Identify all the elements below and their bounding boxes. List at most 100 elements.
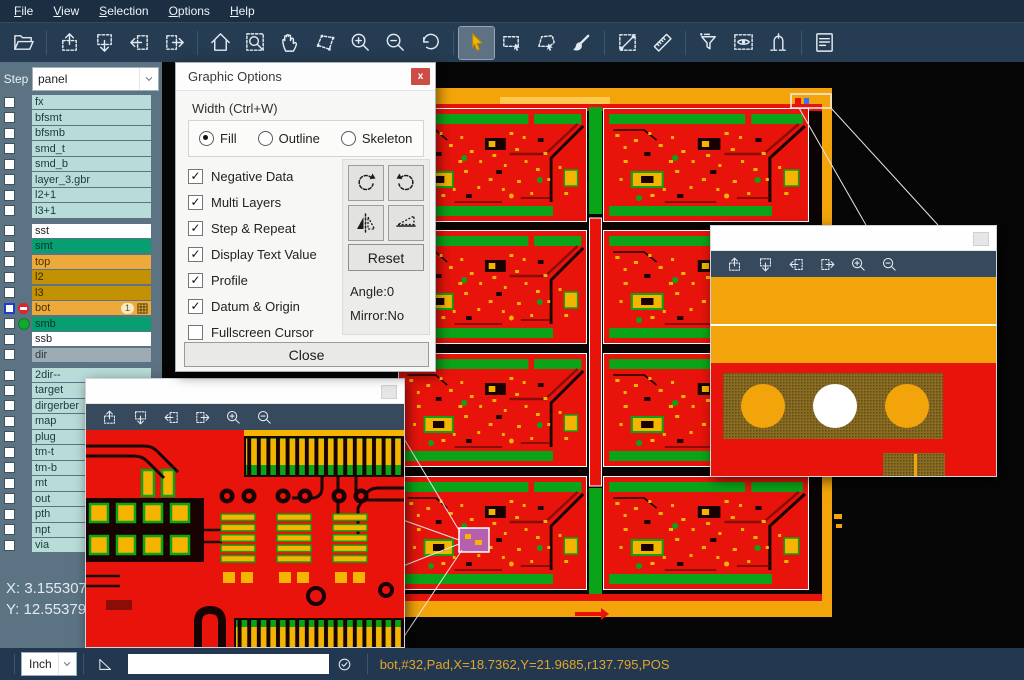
layer-visibility-checkbox[interactable]	[4, 385, 15, 396]
layer-row-smd_t[interactable]: smd_t	[0, 141, 162, 155]
dialog-titlebar[interactable]: Graphic Options	[176, 63, 435, 91]
layer-visibility-checkbox[interactable]	[4, 493, 15, 504]
layer-visibility-checkbox[interactable]	[4, 112, 15, 123]
open-file-button[interactable]	[6, 27, 41, 59]
filter-button[interactable]	[691, 27, 726, 59]
layer-row-smt[interactable]: smt	[0, 239, 162, 253]
page-up-button[interactable]	[52, 27, 87, 59]
layer-visibility-checkbox[interactable]	[4, 190, 15, 201]
layer-row-bfsmb[interactable]: bfsmb	[0, 126, 162, 140]
layer-visibility-checkbox[interactable]	[4, 524, 15, 535]
layer-visibility-checkbox[interactable]	[4, 509, 15, 520]
layer-visibility-checkbox[interactable]	[4, 205, 15, 216]
layer-row-fx[interactable]: fx	[0, 95, 162, 109]
layer-visibility-checkbox[interactable]	[4, 462, 15, 473]
zoom-previous-button[interactable]	[413, 27, 448, 59]
mirror-horizontal-button[interactable]	[348, 205, 384, 241]
checkbox-display-text-value[interactable]: ✓Display Text Value	[188, 241, 317, 267]
page-up-button[interactable]	[719, 253, 750, 275]
layer-row-dir[interactable]: dir	[0, 348, 162, 362]
layer-visibility-checkbox[interactable]	[4, 540, 15, 551]
layer-row-top[interactable]: top	[0, 255, 162, 269]
layer-visibility-checkbox[interactable]	[4, 416, 15, 427]
layer-visibility-checkbox[interactable]	[4, 349, 15, 360]
window-titlebar[interactable]	[711, 226, 996, 251]
measure-ruler-button[interactable]	[645, 27, 680, 59]
layer-visibility-checkbox[interactable]	[4, 174, 15, 185]
layer-visibility-checkbox[interactable]	[4, 303, 15, 314]
zoom-in-button[interactable]	[843, 253, 874, 275]
page-left-button[interactable]	[122, 27, 157, 59]
radio-skeleton[interactable]: Skeleton	[341, 131, 413, 146]
layer-row-l2[interactable]: l2	[0, 270, 162, 284]
close-button[interactable]: Close	[184, 342, 429, 367]
layer-visibility-checkbox[interactable]	[4, 478, 15, 489]
page-right-button[interactable]	[187, 406, 218, 428]
window-titlebar[interactable]	[86, 379, 404, 404]
command-input[interactable]	[128, 654, 329, 674]
layer-visibility-checkbox[interactable]	[4, 159, 15, 170]
layer-visibility-checkbox[interactable]	[4, 97, 15, 108]
home-view-button[interactable]	[203, 27, 238, 59]
page-left-button[interactable]	[781, 253, 812, 275]
layer-visibility-checkbox[interactable]	[4, 447, 15, 458]
paint-tool-button[interactable]	[564, 27, 599, 59]
layer-row-smd_b[interactable]: smd_b	[0, 157, 162, 171]
page-right-button[interactable]	[157, 27, 192, 59]
window-button[interactable]	[973, 232, 989, 246]
layer-visibility-checkbox[interactable]	[4, 272, 15, 283]
layer-row-l2+1[interactable]: l2+1	[0, 188, 162, 202]
page-down-button[interactable]	[87, 27, 122, 59]
zoom-polygon-button[interactable]	[308, 27, 343, 59]
layer-row-sst[interactable]: sst	[0, 224, 162, 238]
checkbox-datum-origin[interactable]: ✓Datum & Origin	[188, 293, 317, 319]
select-rectangle-button[interactable]	[494, 27, 529, 59]
layer-visibility-checkbox[interactable]	[4, 318, 15, 329]
grid-icon[interactable]	[137, 303, 148, 314]
radio-fill[interactable]: Fill	[199, 131, 237, 146]
rotate-cw-button[interactable]	[348, 165, 384, 201]
layer-row-layer_3.gbr[interactable]: layer_3.gbr	[0, 172, 162, 186]
layer-visibility-checkbox[interactable]	[4, 225, 15, 236]
reset-button[interactable]: Reset	[348, 244, 424, 271]
layer-visibility-checkbox[interactable]	[4, 431, 15, 442]
page-down-button[interactable]	[125, 406, 156, 428]
unit-select[interactable]: Inch	[21, 652, 77, 676]
layer-visibility-checkbox[interactable]	[4, 128, 15, 139]
layer-row-bfsmt[interactable]: bfsmt	[0, 110, 162, 124]
checkbox-multi-layers[interactable]: ✓Multi Layers	[188, 189, 317, 215]
menu-options[interactable]: Options	[159, 0, 220, 22]
layer-visibility-checkbox[interactable]	[4, 370, 15, 381]
menu-help[interactable]: Help	[220, 0, 265, 22]
zoom-window-button[interactable]	[238, 27, 273, 59]
measure-points-button[interactable]	[610, 27, 645, 59]
page-up-button[interactable]	[94, 406, 125, 428]
layer-visibility-checkbox[interactable]	[4, 143, 15, 154]
layer-row-bot[interactable]: bot1	[0, 301, 162, 315]
select-polygon-button[interactable]	[529, 27, 564, 59]
checkbox-profile[interactable]: ✓Profile	[188, 267, 317, 293]
pcb-zoom-view[interactable]	[711, 277, 996, 476]
rotate-ccw-button[interactable]	[388, 165, 424, 201]
menu-view[interactable]: View	[43, 0, 89, 22]
radio-outline[interactable]: Outline	[258, 131, 320, 146]
mirror-vertical-button[interactable]	[388, 205, 424, 241]
layer-visibility-checkbox[interactable]	[4, 400, 15, 411]
zoom-in-button[interactable]	[343, 27, 378, 59]
view-area-button[interactable]	[726, 27, 761, 59]
checkbox-negative-data[interactable]: ✓Negative Data	[188, 163, 317, 189]
report-list-button[interactable]	[807, 27, 842, 59]
layer-row-l3+1[interactable]: l3+1	[0, 203, 162, 217]
zoom-out-button[interactable]	[249, 406, 280, 428]
page-left-button[interactable]	[156, 406, 187, 428]
layer-visibility-checkbox[interactable]	[4, 256, 15, 267]
zoom-in-button[interactable]	[218, 406, 249, 428]
zoom-out-button[interactable]	[378, 27, 413, 59]
layer-row-smb[interactable]: smb	[0, 317, 162, 331]
step-select[interactable]: panel	[32, 67, 159, 91]
checkbox-step-repeat[interactable]: ✓Step & Repeat	[188, 215, 317, 241]
net-trace-button[interactable]	[761, 27, 796, 59]
zoom-out-button[interactable]	[874, 253, 905, 275]
pan-hand-button[interactable]	[273, 27, 308, 59]
sync-icon[interactable]	[333, 652, 357, 676]
